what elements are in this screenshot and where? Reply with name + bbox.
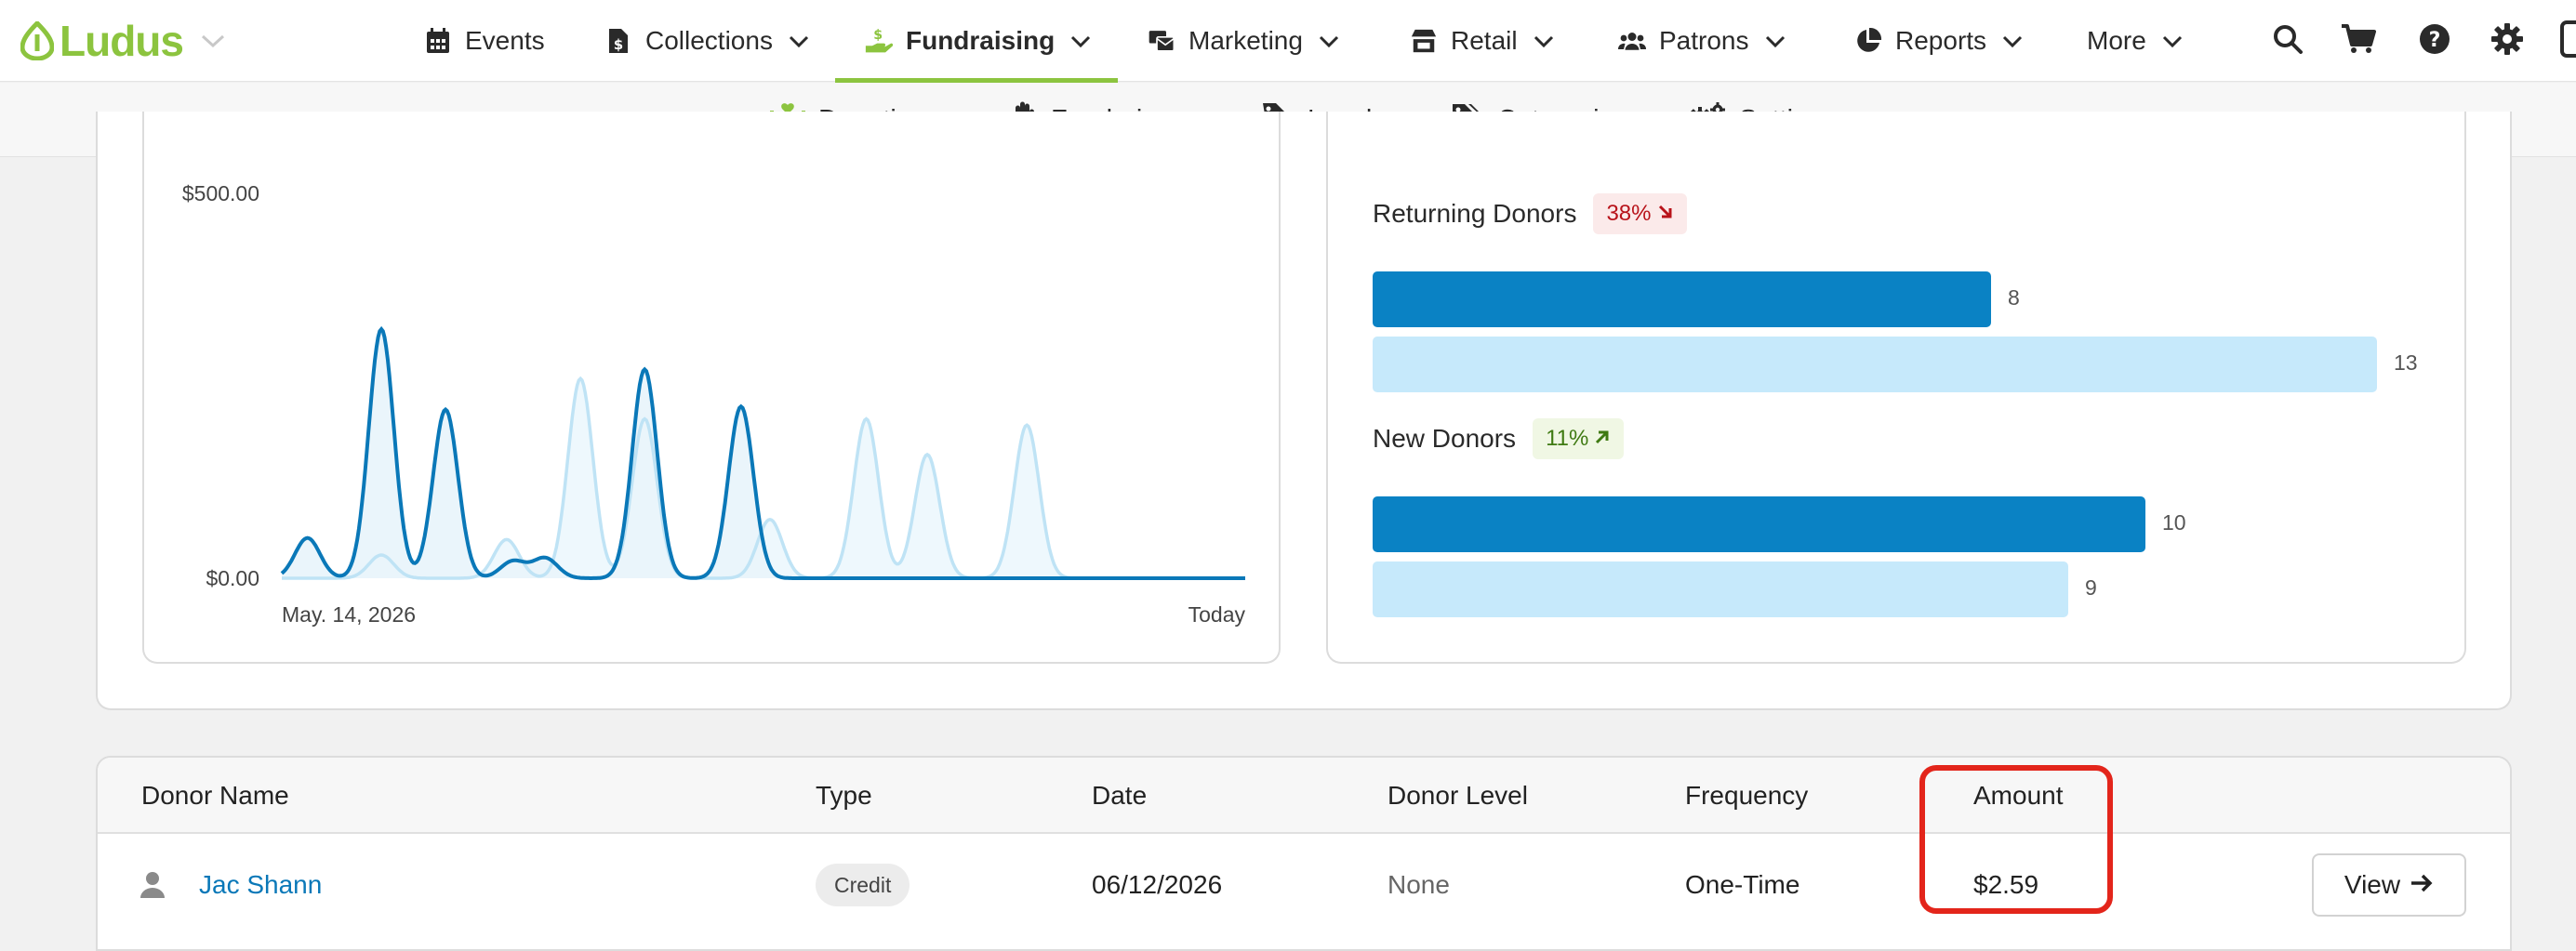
column-header-donor-level[interactable]: Donor Level [1388, 758, 1528, 834]
frequency-cell: One-Time [1685, 870, 1800, 899]
returning-donors-previous-bar [1373, 337, 2377, 392]
returning-donors-change-badge: 38% [1593, 193, 1687, 234]
table-header-row [98, 758, 2510, 834]
returning-donors-current-bar [1373, 271, 1991, 327]
chevron-down-icon [1533, 26, 1555, 56]
view-button-label: View [2344, 870, 2401, 899]
column-header-amount[interactable]: Amount [1973, 758, 2064, 834]
amount-cell: $2.59 [1973, 870, 2039, 899]
nav-collections[interactable]: $ Collections [604, 0, 810, 82]
donor-name-link[interactable]: Jac Shann [199, 846, 322, 924]
nav-more[interactable]: More [2087, 0, 2184, 82]
nav-label: More [2087, 26, 2146, 55]
chevron-down-icon [2001, 26, 2024, 56]
nav-label: Fundraising [906, 26, 1056, 55]
svg-text:$: $ [614, 36, 623, 53]
nav-label: Retail [1451, 26, 1518, 55]
chevron-down-icon [788, 26, 810, 56]
y-axis-max-label: $500.00 [182, 181, 259, 205]
new-donors-previous-bar [1373, 561, 2068, 617]
nav-patrons[interactable]: Patrons [1618, 0, 1786, 82]
column-header-donor-name[interactable]: Donor Name [141, 758, 289, 834]
search-icon[interactable] [2267, 19, 2308, 59]
pie-chart-icon [1854, 27, 1882, 55]
brand-name: Ludus [60, 17, 184, 65]
top-navigation-bar: Ludus Events $ Collections $ Fundraising… [0, 0, 2576, 83]
new-donors-change: 11% [1546, 426, 1589, 451]
svg-text:?: ? [2429, 29, 2441, 52]
dollar-file-icon: $ [604, 27, 632, 55]
users-icon [1618, 27, 1646, 55]
help-icon[interactable]: ? [2414, 19, 2455, 59]
ludus-logo-icon [20, 21, 54, 60]
arrow-up-right-icon [1594, 426, 1611, 452]
nav-reports[interactable]: Reports [1854, 0, 2024, 82]
chevron-down-icon [1318, 26, 1340, 56]
donor-level-cell: None [1388, 870, 1450, 899]
column-header-date[interactable]: Date [1092, 758, 1147, 834]
panel-toggle-icon[interactable] [2559, 19, 2576, 59]
nav-fundraising[interactable]: $ Fundraising [865, 0, 1092, 82]
returning-donors-current-value: 8 [2008, 285, 2020, 310]
nav-label: Events [465, 26, 545, 55]
column-header-frequency[interactable]: Frequency [1685, 758, 1808, 834]
nav-events[interactable]: Events [424, 0, 545, 82]
returning-donors-previous-value: 13 [2394, 350, 2418, 375]
arrow-down-right-icon [1657, 201, 1674, 227]
nav-label: Collections [645, 26, 773, 55]
new-donors-heading: New Donors 11% [1373, 418, 1625, 459]
gear-icon[interactable] [2487, 19, 2528, 59]
chevron-down-icon [1069, 26, 1092, 56]
nav-retail[interactable]: Retail [1410, 0, 1555, 82]
donate-hand-icon: $ [865, 27, 893, 55]
cart-icon[interactable] [2338, 19, 2379, 59]
returning-donors-title: Returning Donors [1373, 199, 1577, 228]
returning-donors-change: 38% [1606, 201, 1652, 226]
store-icon [1410, 27, 1438, 55]
arrow-right-icon [2410, 870, 2434, 900]
new-donors-title: New Donors [1373, 424, 1517, 453]
chevron-down-icon [2161, 26, 2184, 56]
ludus-logo[interactable]: Ludus [20, 13, 226, 69]
new-donors-change-badge: 11% [1533, 418, 1625, 459]
column-header-type[interactable]: Type [816, 758, 872, 834]
donor-avatar-icon [139, 846, 166, 924]
y-axis-min-label: $0.00 [206, 566, 259, 590]
nav-label: Reports [1895, 26, 1987, 55]
x-axis-end-label: Today [1188, 602, 1246, 627]
x-axis-start-label: May. 14, 2026 [282, 602, 416, 627]
nav-marketing[interactable]: Marketing [1148, 0, 1340, 82]
type-badge: Credit [816, 864, 910, 906]
date-cell: 06/12/2026 [1092, 870, 1223, 899]
view-donation-button[interactable]: View [2312, 853, 2466, 917]
returning-donors-heading: Returning Donors 38% [1373, 193, 1687, 234]
calendar-icon [424, 27, 452, 55]
nav-label: Marketing [1188, 26, 1303, 55]
nav-label: Patrons [1659, 26, 1749, 55]
svg-text:$: $ [873, 28, 883, 43]
new-donors-current-bar [1373, 496, 2145, 552]
chevron-down-icon[interactable] [200, 26, 226, 56]
chevron-down-icon [1764, 26, 1786, 56]
new-donors-current-value: 10 [2162, 510, 2186, 535]
donation-line-chart: $500.00 $0.00 May. 14, 2026 Today [182, 181, 1246, 627]
mail-bulk-icon [1148, 27, 1175, 55]
new-donors-previous-value: 9 [2085, 575, 2097, 600]
donation-chart-panel: $500.00 $0.00 May. 14, 2026 Today [142, 112, 1281, 664]
type-cell: Credit [816, 846, 910, 924]
